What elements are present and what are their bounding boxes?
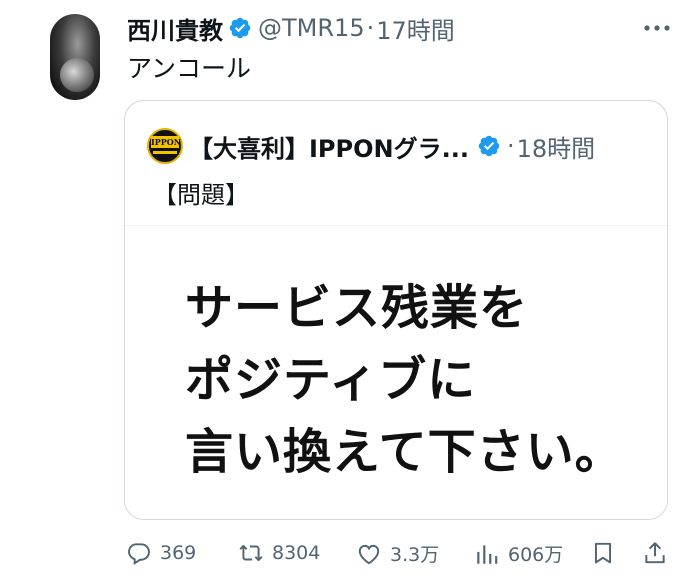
quote-text: 【問題】 [153,181,249,209]
verified-icon [478,135,500,157]
views-icon [477,544,498,564]
quote-time: 18時間 [516,134,596,163]
like-button[interactable]: 3.3万 [356,540,439,567]
share-button[interactable] [642,540,668,566]
author-name[interactable]: 西川貴教 [127,11,223,46]
view-count: 606万 [508,544,564,566]
verified-icon [229,17,251,39]
views-button[interactable]: 606万 [474,540,563,567]
action-bar: 369 8304 3.3万 606万 [126,534,674,574]
author-handle[interactable]: @TMR15 [258,14,365,42]
separator: · [506,132,515,160]
quote-author-name: 【大喜利】IPPONグラ... [189,134,469,163]
retweet-icon [239,544,263,562]
quote-header: 【大喜利】IPPONグラ... · 18時間 [147,127,595,165]
quote-author-avatar [147,128,183,164]
retweet-button[interactable]: 8304 [238,540,320,566]
retweet-count: 8304 [272,542,321,564]
like-count: 3.3万 [390,544,440,566]
reply-button[interactable]: 369 [126,540,196,566]
reply-icon [128,543,150,565]
reply-count: 369 [160,542,197,564]
quote-image[interactable]: サービス残業を ポジティブに 言い換えて下さい。 [125,225,667,519]
quote-image-text: サービス残業を ポジティブに 言い換えて下さい。 [185,272,624,488]
like-icon [358,544,380,564]
separator: · [366,14,375,42]
share-icon [645,542,665,564]
image-line: サービス残業を [185,280,529,336]
author-avatar[interactable] [50,14,100,100]
tweet-time[interactable]: 17時間 [376,11,455,46]
more-icon[interactable] [640,16,674,40]
image-line: ポジティブに [185,352,477,408]
bookmark-icon [594,542,612,564]
bookmark-button[interactable] [590,540,616,566]
tweet-text: アンコール [127,54,252,83]
tweet-header: 西川貴教 @TMR15 · 17時間 [127,8,627,48]
quoted-tweet[interactable]: 【大喜利】IPPONグラ... · 18時間 【問題】 サービス残業を ポジティ… [124,100,668,520]
image-line: 言い換えて下さい。 [185,424,624,480]
